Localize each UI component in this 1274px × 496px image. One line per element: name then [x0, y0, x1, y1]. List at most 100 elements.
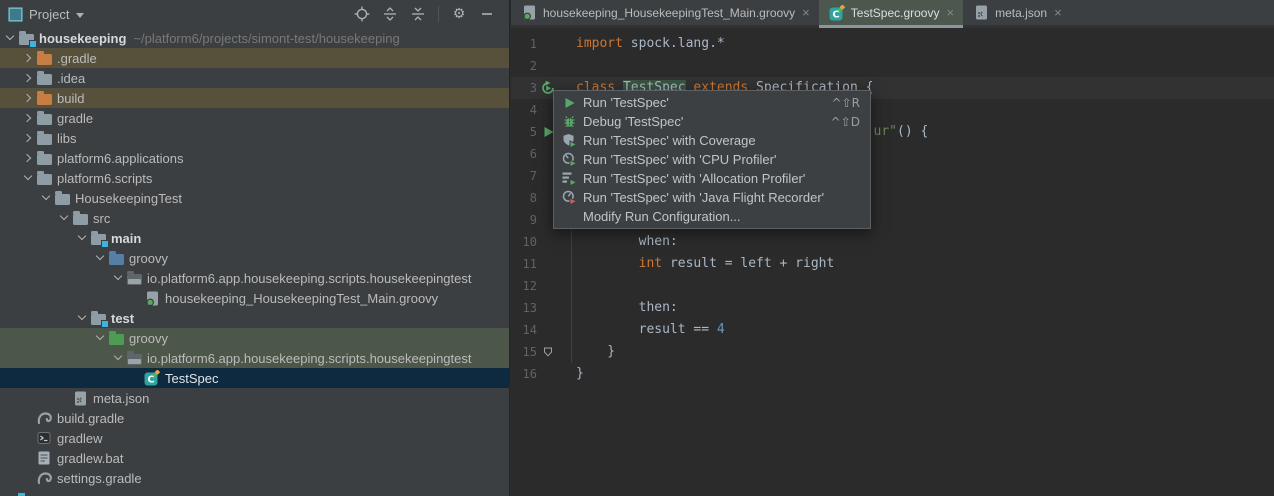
tree-chevron-icon[interactable] — [20, 110, 36, 126]
tree-item-label: .idea — [57, 71, 85, 86]
tree-chevron-icon[interactable] — [56, 210, 72, 226]
tree-chevron-icon[interactable] — [20, 130, 36, 146]
tree-row-.idea[interactable]: .idea — [0, 68, 509, 88]
menu-item-shortcut: ^⇧D — [831, 115, 860, 129]
tab-label: housekeeping_HousekeepingTest_Main.groov… — [543, 6, 795, 20]
code-line-16[interactable]: 16} — [511, 363, 1274, 385]
folder-gray-icon — [36, 170, 52, 186]
close-icon[interactable]: × — [802, 6, 810, 19]
line-number: 10 — [511, 231, 537, 253]
menu-item-modify-run-configuration-[interactable]: Modify Run Configuration... — [554, 207, 870, 226]
tree-row-io.platform6.app.housekeeping.scripts.housekeepingtest[interactable]: io.platform6.app.housekeeping.scripts.ho… — [0, 268, 509, 288]
tree-row-groovy[interactable]: groovy — [0, 248, 509, 268]
code-line-10[interactable]: 10 when: — [511, 231, 1274, 253]
tree-item-label: test — [111, 311, 134, 326]
tree-row-gradle[interactable]: gradle — [0, 108, 509, 128]
tree-row-.gradle[interactable]: .gradle — [0, 48, 509, 68]
tree-row-test[interactable]: test — [0, 308, 509, 328]
expand-all-icon[interactable] — [382, 6, 398, 22]
tree-row-platform6.scripts[interactable]: platform6.scripts — [0, 168, 509, 188]
menu-item-run-testspec-with-allocation-profiler-[interactable]: Run 'TestSpec' with 'Allocation Profiler… — [554, 169, 870, 188]
code-line-2[interactable]: 2 — [511, 55, 1274, 77]
menu-item-label: Run 'TestSpec' with Coverage — [583, 133, 756, 148]
menu-item-run-testspec-with-java-flight-recorder-[interactable]: Run 'TestSpec' with 'Java Flight Recorde… — [554, 188, 870, 207]
tree-row-settings.gradle[interactable]: settings.gradle — [0, 468, 509, 488]
tree-row-io.platform6.app.housekeeping.scripts.housekeepingtest[interactable]: io.platform6.app.housekeeping.scripts.ho… — [0, 348, 509, 368]
folder-gray-icon — [36, 70, 52, 86]
tree-row-TestSpec[interactable]: CTestSpec — [0, 368, 509, 388]
tree-row-housekeeping_HousekeepingTest_Main.groovy[interactable]: housekeeping_HousekeepingTest_Main.groov… — [0, 288, 509, 308]
tree-row-build.gradle[interactable]: build.gradle — [0, 408, 509, 428]
tree-row-gradlew[interactable]: gradlew — [0, 428, 509, 448]
tree-chevron-icon[interactable] — [20, 170, 36, 186]
tree-chevron-icon[interactable] — [110, 350, 126, 366]
tree-row-platform6.applications[interactable]: platform6.applications — [0, 148, 509, 168]
close-icon[interactable]: × — [946, 6, 954, 19]
editor-tab-meta.json[interactable]: meta.json× — [963, 0, 1071, 28]
code-line-15[interactable]: 15 } — [511, 341, 1274, 363]
json-file-icon — [72, 390, 88, 406]
code-token: 4 — [717, 322, 725, 337]
tree-row-main[interactable]: main — [0, 228, 509, 248]
collapse-all-icon[interactable] — [410, 6, 426, 22]
tree-chevron-icon[interactable] — [92, 330, 108, 346]
project-panel-header: Project ⚙ — [0, 0, 509, 28]
menu-item-run-testspec-with-cpu-profiler-[interactable]: Run 'TestSpec' with 'CPU Profiler' — [554, 150, 870, 169]
folder-blue-icon — [108, 250, 124, 266]
tree-chevron-icon[interactable] — [2, 30, 18, 46]
tree-row-gradlew.bat[interactable]: gradlew.bat — [0, 448, 509, 468]
code-line-14[interactable]: 14 result == 4 — [511, 319, 1274, 341]
tree-row-groovy[interactable]: groovy — [0, 328, 509, 348]
line-number: 12 — [511, 275, 537, 297]
groovy-class-icon: C — [829, 5, 845, 21]
close-icon[interactable]: × — [1054, 6, 1062, 19]
menu-item-run-testspec-[interactable]: Run 'TestSpec'^⇧R — [554, 93, 870, 112]
tree-chevron-icon[interactable] — [20, 90, 36, 106]
locate-icon[interactable] — [354, 6, 370, 22]
groovy-class-icon: C — [144, 370, 160, 386]
code-line-13[interactable]: 13 then: — [511, 297, 1274, 319]
editor-tab-TestSpec.groovy[interactable]: CTestSpec.groovy× — [819, 0, 963, 28]
tree-row-HousekeepingTest[interactable]: HousekeepingTest — [0, 188, 509, 208]
tree-row-partial[interactable] — [0, 488, 509, 496]
tree-row-libs[interactable]: libs — [0, 128, 509, 148]
gear-icon[interactable]: ⚙ — [451, 6, 467, 22]
code-line-1[interactable]: 1import spock.lang.* — [511, 33, 1274, 55]
folder-gray-icon — [72, 210, 88, 226]
code-line-12[interactable]: 12 — [511, 275, 1274, 297]
fold-pentagon-icon[interactable] — [537, 341, 559, 363]
tree-chevron-icon[interactable] — [20, 150, 36, 166]
folder-main-icon — [90, 230, 106, 246]
code-line-11[interactable]: 11 int result = left + right — [511, 253, 1274, 275]
tree-chevron-icon[interactable] — [20, 70, 36, 86]
tree-chevron-icon[interactable] — [38, 190, 54, 206]
tree-chevron-icon[interactable] — [92, 250, 108, 266]
gradle-file-icon — [36, 410, 52, 426]
tree-chevron-icon[interactable] — [74, 310, 90, 326]
json-file-icon — [973, 5, 989, 21]
tree-item-label: groovy — [129, 251, 168, 266]
tree-row-src[interactable]: src — [0, 208, 509, 228]
editor-tab-housekeeping_HousekeepingTest_Main.groovy[interactable]: housekeeping_HousekeepingTest_Main.groov… — [511, 0, 819, 28]
tree-row-housekeeping[interactable]: housekeeping~/platform6/projects/simont-… — [0, 28, 509, 48]
tree-item-label: .gradle — [57, 51, 97, 66]
line-number: 1 — [511, 33, 537, 55]
hide-icon[interactable] — [479, 6, 495, 22]
code-token: then: — [576, 300, 678, 315]
tree-row-build[interactable]: build — [0, 88, 509, 108]
tree-chevron-icon[interactable] — [110, 270, 126, 286]
chevron-down-icon[interactable] — [76, 13, 84, 18]
allocation-profiler-icon — [561, 171, 577, 187]
tree-chevron-icon[interactable] — [20, 50, 36, 66]
tree-row-meta.json[interactable]: meta.json — [0, 388, 509, 408]
folder-pkg-icon — [126, 270, 142, 286]
tree-chevron-icon[interactable] — [74, 230, 90, 246]
run-icon — [561, 95, 577, 111]
menu-item-run-testspec-with-coverage[interactable]: Run 'TestSpec' with Coverage — [554, 131, 870, 150]
line-number: 7 — [511, 165, 537, 187]
jfr-icon — [561, 190, 577, 206]
line-number: 9 — [511, 209, 537, 231]
folder-gray-icon — [36, 150, 52, 166]
menu-item-debug-testspec-[interactable]: Debug 'TestSpec'^⇧D — [554, 112, 870, 131]
panel-title[interactable]: Project — [29, 7, 69, 22]
